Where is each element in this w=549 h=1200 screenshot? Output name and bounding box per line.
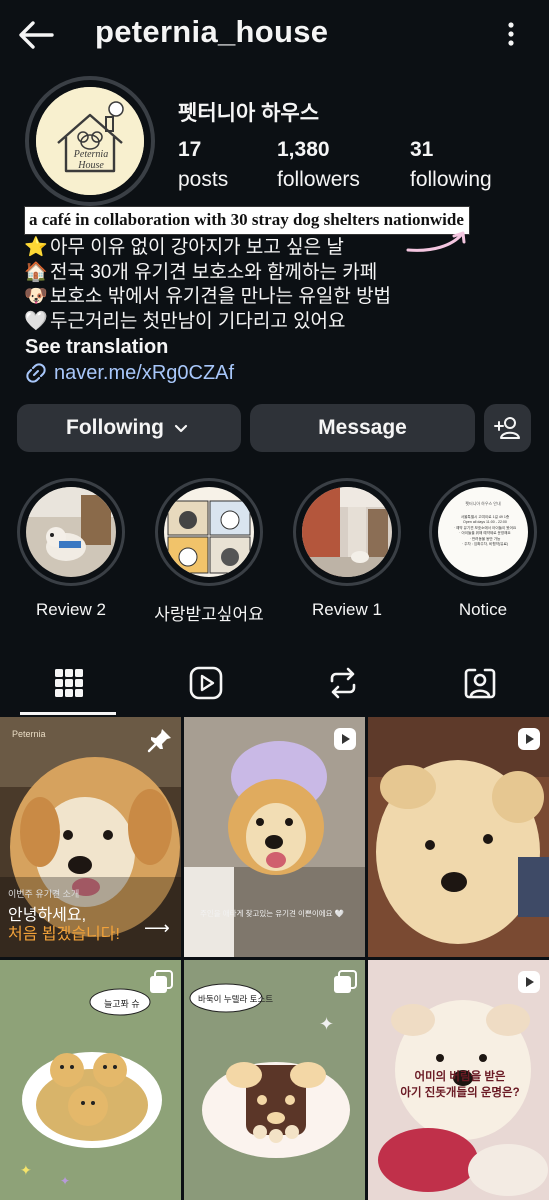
carousel-icon xyxy=(333,970,357,999)
display-name: 펫터니아 하우스 xyxy=(178,102,320,125)
post-overlay-small: 이번주 유기견 소개 xyxy=(8,889,80,899)
profile-avatar[interactable]: Peternia House xyxy=(25,76,155,206)
post-thumbnail[interactable]: ✦ 바둑이 누텔라 토스트 xyxy=(184,960,365,1200)
tab-tagged[interactable] xyxy=(411,650,548,716)
highlight-review-2[interactable]: Review 2 xyxy=(15,478,127,620)
post-thumbnail[interactable]: ✦ ✦ 늘고퐈 슈 xyxy=(0,960,181,1200)
white-heart-icon: 🤍 xyxy=(24,310,48,332)
bio: ⭐ 아무 이유 없이 강아지가 보고 싶은 날 🏠 전국 30개 유기견 보호소와 … xyxy=(24,236,391,334)
add-user-button[interactable] xyxy=(484,404,531,452)
highlight-cover xyxy=(164,487,254,577)
following-label: Following xyxy=(66,416,164,439)
highlight-love[interactable]: 사랑받고싶어요 xyxy=(153,478,265,625)
post-bubble-text: 바둑이 누텔라 토스트 xyxy=(198,994,274,1004)
highlight-label: 사랑받고싶어요 xyxy=(154,605,264,624)
long-arrow-icon: ⟶ xyxy=(144,918,170,938)
svg-text:✦: ✦ xyxy=(319,1014,334,1034)
bio-line: 🤍 두근거리는 첫만남이 기다리고 있어요 xyxy=(24,310,391,335)
tab-reposts[interactable] xyxy=(274,650,411,716)
stat-followers-label: followers xyxy=(277,168,360,191)
highlight-notice[interactable]: 펫터니아 하우스 안내 서울특별시 고여이로 1길 49 1층 Open all… xyxy=(427,478,539,620)
svg-text:✦: ✦ xyxy=(60,1174,70,1188)
add-person-icon xyxy=(493,417,520,439)
highlight-ring xyxy=(17,478,125,586)
avatar-logo: Peternia House xyxy=(36,87,144,195)
highlight-cover: 펫터니아 하우스 안내 서울특별시 고여이로 1길 49 1층 Open all… xyxy=(438,487,528,577)
tab-grid[interactable] xyxy=(0,650,137,716)
stat-following-label: following xyxy=(410,168,492,191)
highlight-label: Review 2 xyxy=(36,600,106,619)
post-thumbnail[interactable]: Peternia 이번주 유기견 소개 안녕하세요, 처음 뵙겠습니다! ⟶ xyxy=(0,717,181,957)
stat-posts[interactable]: 17 posts xyxy=(178,138,228,192)
stat-followers[interactable]: 1,380 followers xyxy=(277,138,360,192)
post-overlay-line1: 어미의 버림을 받은 xyxy=(414,1071,506,1083)
bio-line: 🐶 보호소 밖에서 유기견을 만나는 유일한 방법 xyxy=(24,285,391,310)
notice-line: · 주차 : 임확주차, 비협약(유료) xyxy=(462,542,508,547)
tab-reels[interactable] xyxy=(137,650,274,716)
carousel-icon xyxy=(149,970,173,999)
notice-lines: 서울특별시 고여이로 1길 49 1층 Open all days 11:00 … xyxy=(446,515,524,547)
bio-text: 아무 이유 없이 강아지가 보고 싶은 날 xyxy=(50,237,344,258)
grid-icon xyxy=(54,669,83,697)
highlight-label: Review 1 xyxy=(312,600,382,619)
reels-icon xyxy=(189,666,222,700)
highlight-review-1[interactable]: Review 1 xyxy=(291,478,403,620)
dog-face-icon: 🐶 xyxy=(24,286,48,307)
see-translation-link[interactable]: See translation xyxy=(25,336,168,359)
avatar-text-2: House xyxy=(77,160,104,171)
post-corner-text: Peternia xyxy=(12,729,46,739)
chevron-down-icon xyxy=(174,424,188,433)
more-vertical-icon[interactable] xyxy=(503,20,519,50)
message-label: Message xyxy=(318,416,407,439)
pin-icon xyxy=(147,727,173,758)
annotation-arrow-icon xyxy=(402,228,482,258)
following-button[interactable]: Following xyxy=(17,404,241,452)
top-bar: peternia_house xyxy=(0,0,549,70)
post-overlay-small: 주인을 애타게 찾고있는 유기견 이쁜이에요 🤍 xyxy=(200,909,344,918)
bio-text: 보호소 밖에서 유기견을 만나는 유일한 방법 xyxy=(50,286,392,307)
svg-text:✦: ✦ xyxy=(20,1162,32,1178)
post-thumbnail[interactable] xyxy=(368,717,549,957)
stat-posts-label: posts xyxy=(178,168,229,191)
post-overlay-line2: 아기 진돗개들의 운명은? xyxy=(400,1087,520,1099)
post-bubble-text: 늘고퐈 슈 xyxy=(104,999,140,1009)
repost-icon xyxy=(330,667,355,699)
highlight-ring: 펫터니아 하우스 안내 서울특별시 고여이로 1길 49 1층 Open all… xyxy=(429,478,537,586)
bio-link-text: naver.me/xRg0CZAf xyxy=(54,361,235,384)
profile-tabs xyxy=(0,650,549,716)
link-icon xyxy=(26,363,46,383)
stat-following-value: 31 xyxy=(410,138,434,161)
message-button[interactable]: Message xyxy=(250,404,475,452)
bio-text: 전국 30개 유기견 보호소와 함께하는 카페 xyxy=(50,261,378,283)
tagged-person-icon xyxy=(464,668,495,699)
stat-following[interactable]: 31 following xyxy=(410,138,492,192)
house-icon: 🏠 xyxy=(24,261,48,283)
post-thumbnail[interactable]: 주인을 애타게 찾고있는 유기견 이쁜이에요 🤍 xyxy=(184,717,365,957)
avatar-text-1: Peternia xyxy=(73,149,108,160)
stat-posts-value: 17 xyxy=(178,138,202,161)
profile-username: peternia_house xyxy=(95,14,329,49)
reel-icon xyxy=(517,727,541,756)
highlight-ring xyxy=(155,478,263,586)
post-overlay-line2: 처음 뵙겠습니다! xyxy=(8,926,120,943)
notice-title: 펫터니아 하우스 안내 xyxy=(465,501,501,506)
highlight-cover xyxy=(302,487,392,577)
bio-text: 두근거리는 첫만남이 기다리고 있어요 xyxy=(50,310,346,332)
reel-icon xyxy=(517,970,541,999)
highlight-ring xyxy=(293,478,401,586)
post-thumbnail[interactable]: 어미의 버림을 받은 아기 진돗개들의 운명은? xyxy=(368,960,549,1200)
post-grid: Peternia 이번주 유기견 소개 안녕하세요, 처음 뵙겠습니다! ⟶ 주… xyxy=(0,717,549,1200)
back-arrow-icon[interactable] xyxy=(16,18,56,52)
reel-icon xyxy=(333,727,357,756)
stat-followers-value: 1,380 xyxy=(277,138,330,161)
bio-link[interactable]: naver.me/xRg0CZAf xyxy=(24,361,234,385)
highlight-cover xyxy=(26,487,116,577)
highlight-label: Notice xyxy=(458,600,508,619)
bio-line: ⭐ 아무 이유 없이 강아지가 보고 싶은 날 xyxy=(24,236,391,261)
active-tab-indicator xyxy=(20,712,116,715)
bio-line: 🏠 전국 30개 유기견 보호소와 함께하는 카페 xyxy=(24,261,391,286)
star-icon: ⭐ xyxy=(24,237,48,258)
